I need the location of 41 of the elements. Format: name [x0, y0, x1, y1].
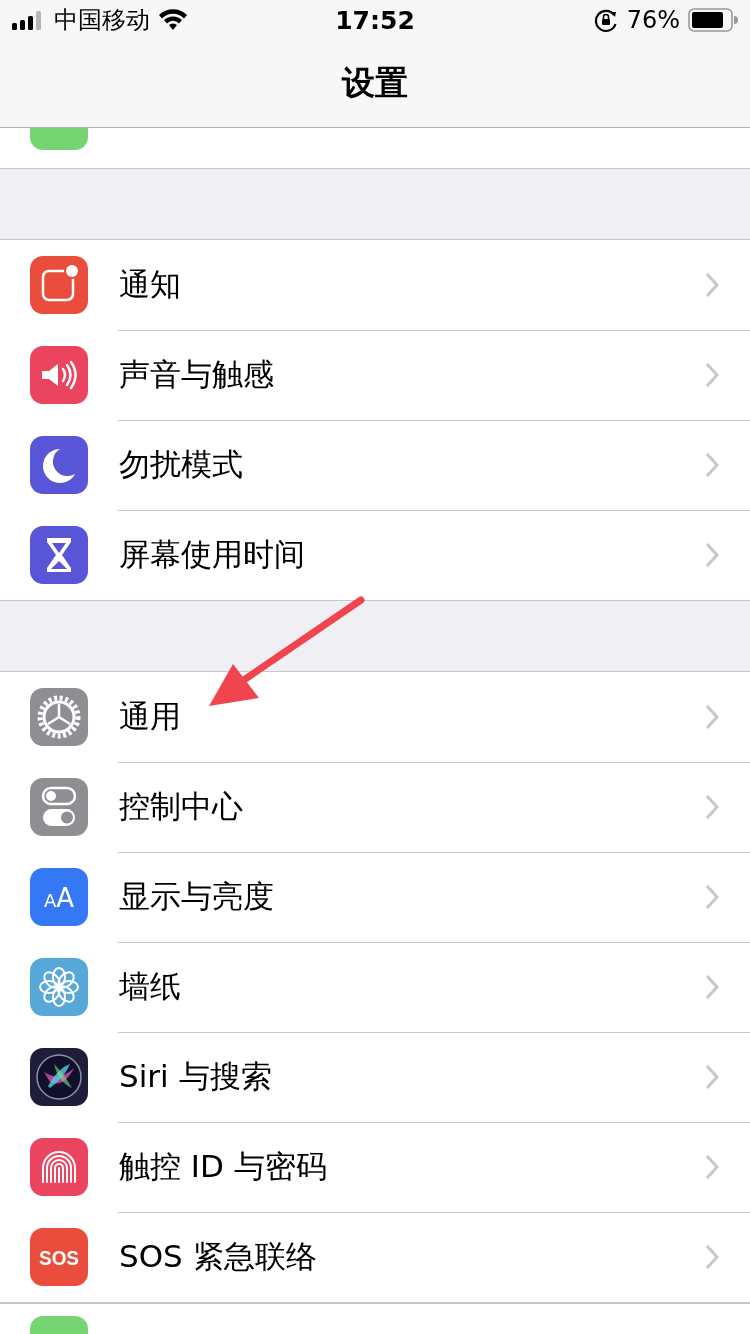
row-label: 触控 ID 与密码	[119, 1147, 328, 1186]
page-title: 设置	[342, 62, 408, 104]
settings-row[interactable]: 屏幕使用时间	[0, 510, 750, 600]
chevron-icon	[704, 883, 720, 911]
row-label: 通用	[119, 697, 182, 736]
row-label: 勿扰模式	[119, 445, 244, 484]
text-size-icon: AA	[30, 868, 88, 926]
chevron-icon	[704, 973, 720, 1001]
chevron-icon	[704, 1153, 720, 1181]
settings-row[interactable]: AA 显示与亮度	[0, 852, 750, 942]
status-time: 17:52	[335, 5, 415, 35]
row-label: Siri 与搜索	[119, 1057, 273, 1096]
settings-row[interactable]: SOS SOS 紧急联络	[0, 1212, 750, 1302]
row-label: SOS 紧急联络	[119, 1237, 318, 1276]
settings-row[interactable]: 通知	[0, 240, 750, 330]
rotation-lock-icon	[592, 7, 619, 33]
settings-row[interactable]: 勿扰模式	[0, 420, 750, 510]
carrier-name: 中国移动	[54, 5, 150, 36]
settings-row[interactable]: Siri 与搜索	[0, 1032, 750, 1122]
chevron-icon	[704, 1243, 720, 1271]
row-label: 通知	[119, 265, 182, 304]
settings-row[interactable]: 墙纸	[0, 942, 750, 1032]
battery-percent: 76%	[626, 6, 680, 34]
battery-icon	[688, 8, 738, 32]
settings-row[interactable]: 触控 ID 与密码	[0, 1122, 750, 1212]
sos-icon: SOS	[30, 1228, 88, 1286]
chevron-icon	[704, 1063, 720, 1091]
chevron-icon	[704, 703, 720, 731]
row-label: 声音与触感	[119, 355, 275, 394]
settings-row[interactable]: 控制中心	[0, 762, 750, 852]
wifi-icon	[158, 9, 188, 31]
chevron-icon	[704, 271, 720, 299]
chevron-icon	[704, 541, 720, 569]
row-label: 显示与亮度	[119, 877, 275, 916]
chevron-icon	[704, 361, 720, 389]
row-label: 墙纸	[119, 967, 182, 1006]
row-label: 控制中心	[119, 787, 244, 826]
settings-row[interactable]: 声音与触感	[0, 330, 750, 420]
chevron-icon	[704, 793, 720, 821]
chevron-icon	[704, 451, 720, 479]
row-label: 屏幕使用时间	[119, 535, 306, 574]
